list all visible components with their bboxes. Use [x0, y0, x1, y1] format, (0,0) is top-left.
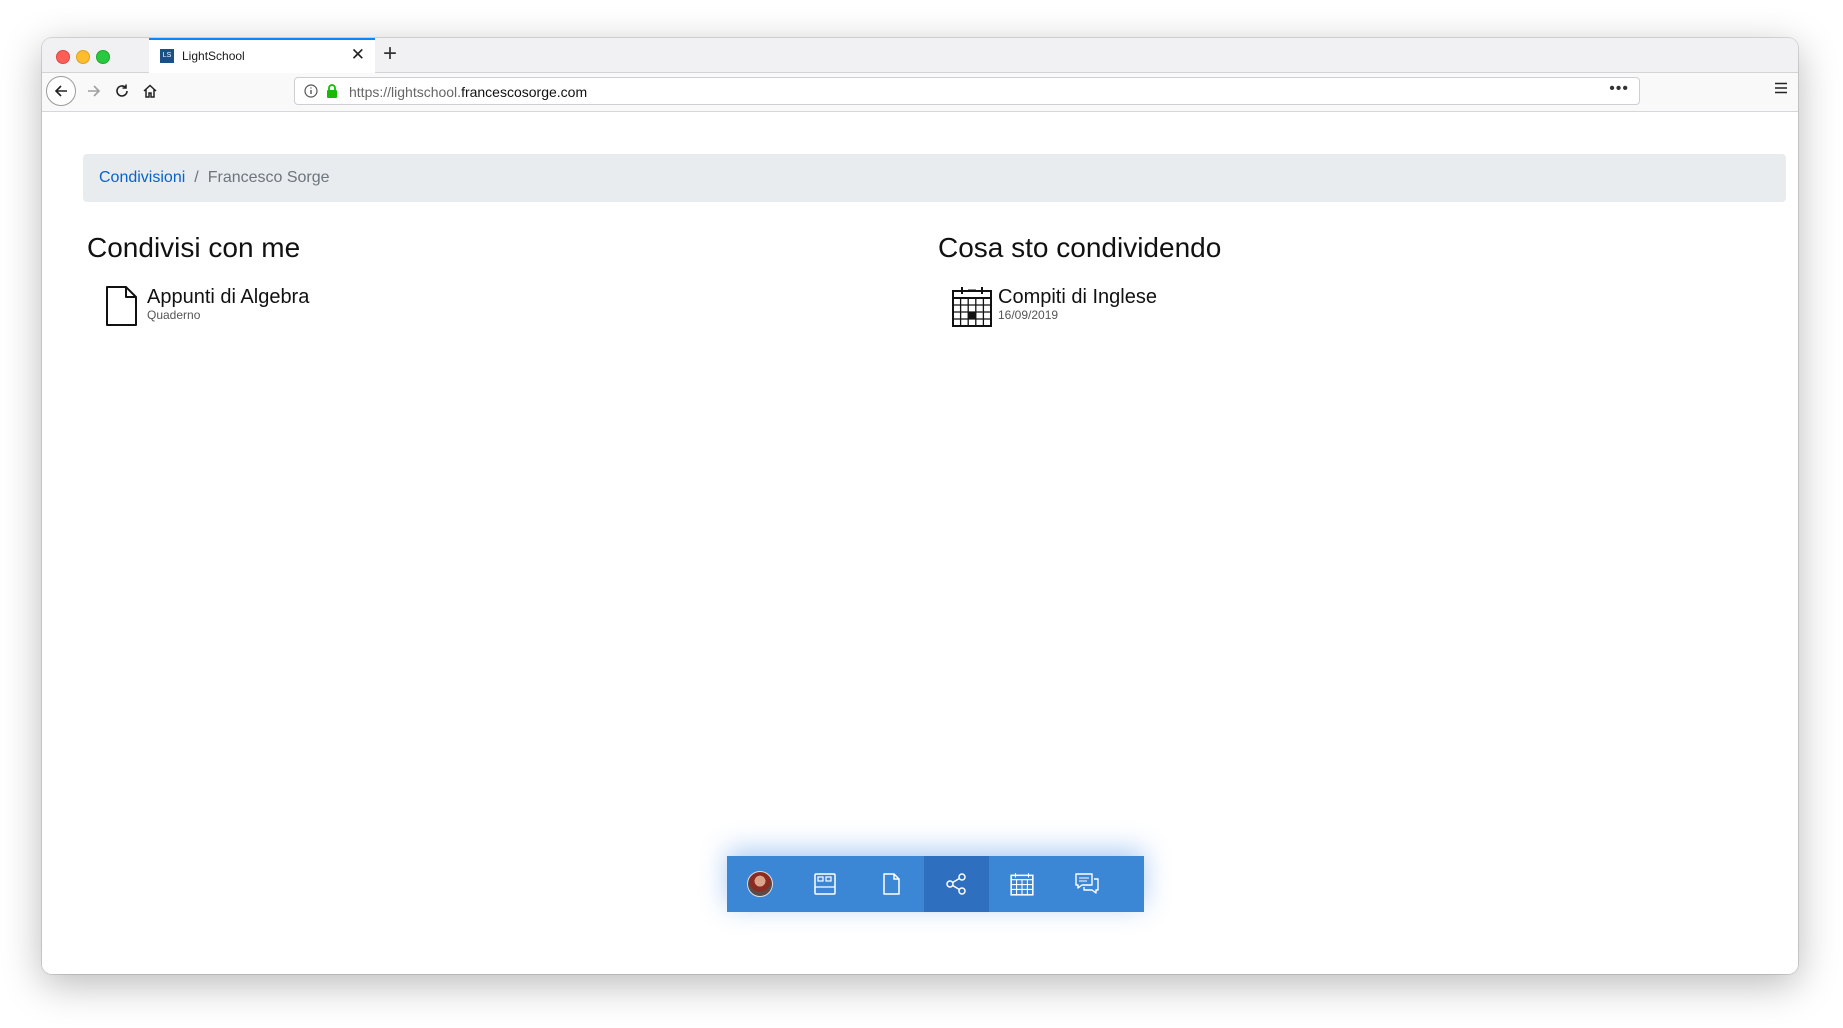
breadcrumb: Condivisioni / Francesco Sorge [83, 154, 1786, 202]
calendar-icon [1010, 873, 1034, 896]
forward-icon[interactable] [84, 81, 104, 101]
calendar-icon [952, 287, 992, 327]
home-icon[interactable] [140, 81, 160, 101]
dock-calendar[interactable] [989, 856, 1055, 912]
desktop-icon [814, 873, 836, 895]
item-title: Compiti di Inglese [998, 286, 1157, 308]
maximize-window-button[interactable] [96, 50, 110, 64]
close-tab-icon[interactable]: ✕ [351, 45, 365, 65]
url-text[interactable]: https://lightschool.francescosorge.com [349, 84, 587, 100]
user-avatar [746, 871, 773, 897]
file-icon [883, 873, 900, 895]
share-icon [946, 873, 966, 895]
dock-messages[interactable] [1055, 856, 1121, 912]
page-actions-icon[interactable]: ••• [1609, 80, 1629, 98]
navigation-bar: https://lightschool.francescosorge.com •… [42, 73, 1798, 112]
favicon-icon: LS [160, 49, 174, 63]
close-window-button[interactable] [56, 50, 70, 64]
page-content: Condivisioni / Francesco Sorge Condivisi… [42, 112, 1798, 974]
tab-strip: LS LightSchool ✕ + [42, 38, 1798, 73]
shared-item-compiti-di-inglese[interactable]: Compiti di Inglese 16/09/2019 [948, 282, 1157, 330]
back-icon[interactable] [46, 76, 76, 106]
tab-title: LightSchool [182, 49, 245, 63]
item-title: Appunti di Algebra [147, 286, 310, 308]
shared-with-me-title: Condivisi con me [87, 232, 301, 263]
browser-window: LS LightSchool ✕ + https://lightschool.f… [42, 38, 1798, 974]
shared-item-appunti-di-algebra[interactable]: Appunti di Algebra Quaderno [97, 282, 309, 330]
breadcrumb-separator: / [194, 169, 199, 186]
breadcrumb-link-condivisioni[interactable]: Condivisioni [99, 169, 185, 187]
minimize-window-button[interactable] [76, 50, 90, 64]
lock-icon [325, 83, 339, 104]
app-dock [727, 856, 1144, 912]
browser-tab[interactable]: LS LightSchool ✕ [149, 38, 375, 73]
dock-sharing[interactable] [923, 856, 989, 912]
reload-icon[interactable] [112, 81, 132, 101]
breadcrumb-current: Francesco Sorge [207, 169, 330, 186]
item-subtitle: 16/09/2019 [998, 308, 1059, 322]
hamburger-menu-icon[interactable] [1774, 81, 1788, 100]
item-subtitle: Quaderno [147, 308, 201, 322]
document-icon [106, 286, 137, 326]
site-info-icon[interactable] [304, 84, 318, 103]
address-bar[interactable]: https://lightschool.francescosorge.com •… [294, 77, 1640, 105]
sharing-title: Cosa sto condividendo [938, 232, 1222, 263]
messages-icon [1075, 873, 1099, 894]
dock-files[interactable] [858, 856, 924, 912]
dock-profile[interactable] [727, 856, 793, 912]
new-tab-icon[interactable]: + [383, 40, 397, 68]
dock-desktop[interactable] [793, 856, 859, 912]
